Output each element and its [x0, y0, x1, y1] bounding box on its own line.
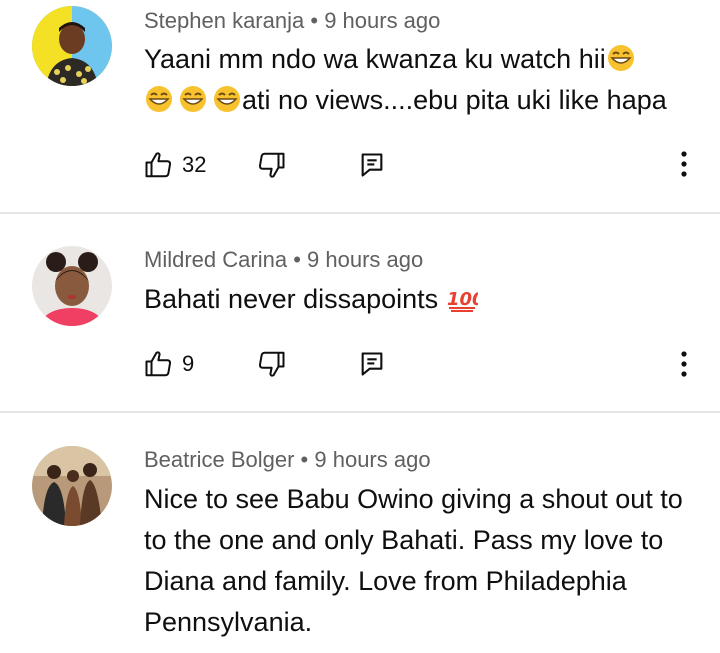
comment-text-line1: Bahati never dissapoints — [144, 284, 446, 314]
grinning-emoji — [214, 86, 240, 112]
reply-icon — [361, 153, 383, 177]
comment-item: Stephen karanja • 9 hours ago Yaani mm n… — [0, 0, 720, 212]
thumb-up-icon — [145, 152, 172, 178]
thumb-down-icon — [258, 351, 285, 377]
comment-meta: Stephen karanja • 9 hours ago — [144, 8, 440, 34]
comment-text: Nice to see Babu Owino giving a shout ou… — [144, 484, 683, 637]
thumb-up-icon — [145, 351, 172, 377]
comment-item: Mildred Carina • 9 hours ago Bahati neve… — [0, 214, 720, 412]
more-vert-icon[interactable] — [672, 150, 696, 178]
reply-button[interactable] — [358, 350, 386, 378]
comment-text: Bahati never dissapoints 100 — [144, 279, 704, 320]
hundred-points-emoji: 100 — [447, 289, 478, 312]
author-name[interactable]: Beatrice Bolger — [144, 447, 294, 472]
grinning-emoji — [607, 45, 634, 71]
comment-item: Beatrice Bolger • 9 hours ago Nice to se… — [0, 413, 720, 653]
comment-text-line2: ati no views....ebu pita uki like hapa — [242, 85, 667, 115]
dislike-button[interactable] — [256, 349, 286, 379]
avatar[interactable] — [32, 246, 112, 326]
timestamp: 9 hours ago — [314, 447, 431, 472]
reply-button[interactable] — [358, 151, 386, 179]
timestamp: 9 hours ago — [307, 247, 424, 272]
comment-meta: Mildred Carina • 9 hours ago — [144, 247, 423, 273]
more-vert-icon[interactable] — [672, 350, 696, 378]
dislike-button[interactable] — [256, 150, 286, 180]
svg-text:100: 100 — [447, 289, 478, 310]
thumb-down-icon — [258, 152, 285, 178]
grinning-emoji — [146, 86, 172, 112]
timestamp: 9 hours ago — [324, 8, 441, 33]
like-button[interactable]: 9 — [144, 349, 194, 379]
meta-separator: • — [293, 247, 301, 272]
author-name[interactable]: Mildred Carina — [144, 247, 287, 272]
meta-separator: • — [300, 447, 309, 472]
like-count: 9 — [182, 351, 195, 376]
comment-text-line1: Yaani mm ndo wa kwanza ku watch hii — [144, 44, 606, 74]
avatar[interactable] — [32, 6, 112, 86]
like-button[interactable]: 32 — [144, 150, 206, 180]
meta-separator: • — [310, 8, 319, 33]
like-count: 32 — [182, 152, 207, 177]
reply-icon — [361, 352, 383, 376]
avatar[interactable] — [32, 446, 112, 526]
comment-text: Yaani mm ndo wa kwanza ku watch hii ati … — [144, 39, 704, 121]
author-name[interactable]: Stephen karanja — [144, 8, 304, 33]
grinning-emoji — [180, 86, 206, 112]
comment-meta: Beatrice Bolger • 9 hours ago — [144, 447, 431, 473]
